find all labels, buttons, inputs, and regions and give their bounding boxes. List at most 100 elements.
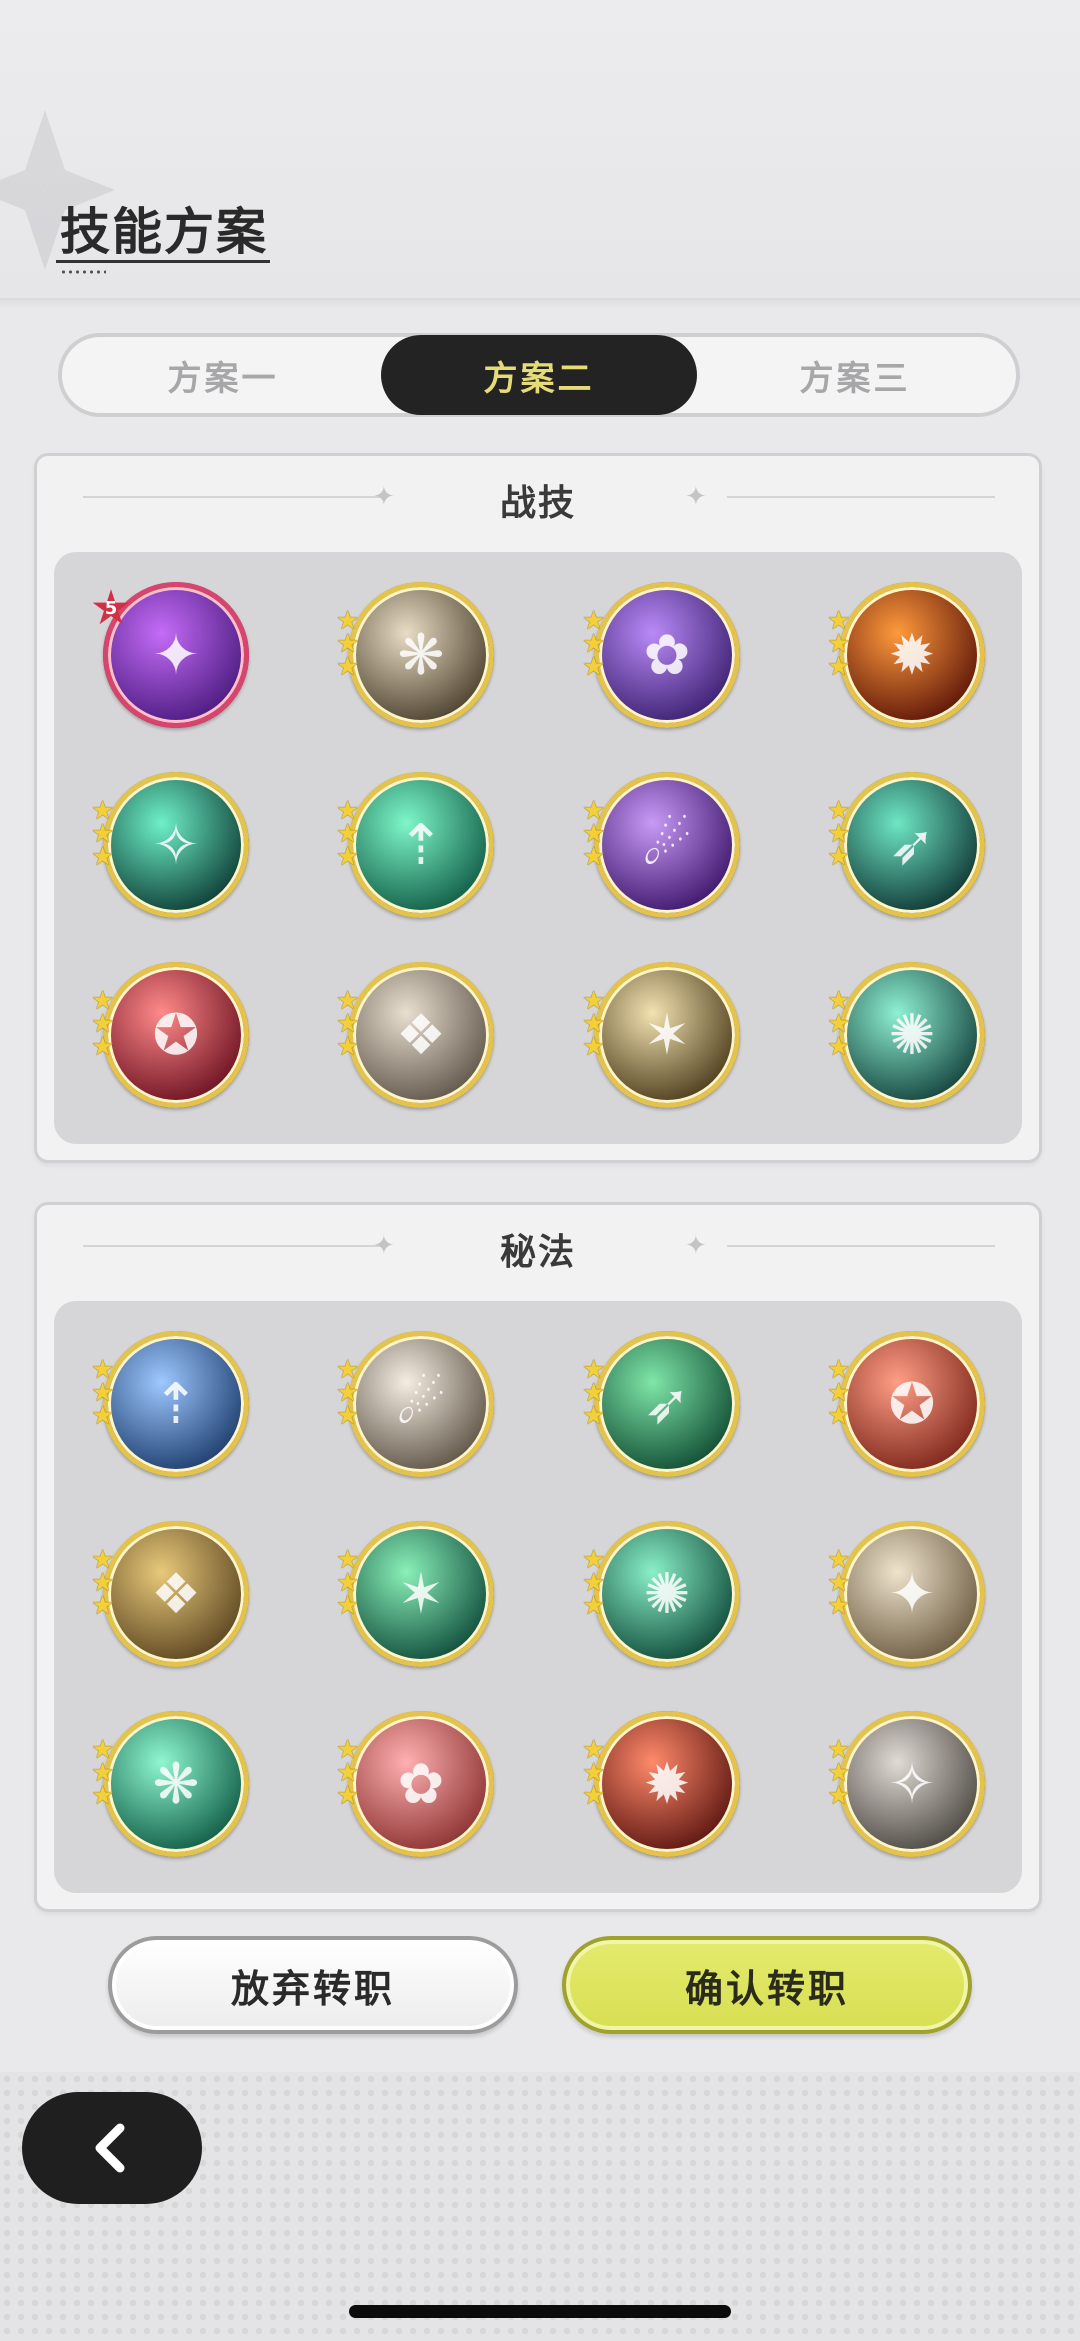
star-rating: ★ ★ ★ <box>582 608 608 682</box>
skill-ring <box>103 1521 249 1667</box>
star-rating: ★ ★ ★ <box>827 798 853 872</box>
star-rating: ★ ★ ★ <box>336 1357 362 1429</box>
level-number: 5 <box>104 597 118 619</box>
skill-slot[interactable]: ❖ ★ ★ ★ <box>336 962 494 1108</box>
star-rating: ★ ★ ★ <box>827 1357 853 1429</box>
star-rating: ★ ★ ★ <box>91 1737 117 1811</box>
home-indicator <box>349 2305 731 2318</box>
skill-slot[interactable]: ➶ ★ ★ ★ <box>827 772 985 918</box>
page-title: 技能方案 <box>60 203 268 261</box>
header-divider <box>0 298 1080 310</box>
chevron-left-icon <box>95 2123 125 2173</box>
star-icon: ★ <box>827 1591 851 1621</box>
skill-ring <box>348 582 494 728</box>
star-rating: ★ ★ ★ <box>582 1547 608 1619</box>
skill-ring <box>348 772 494 918</box>
skill-slot[interactable]: ✹ ★ ★ ★ <box>582 1711 740 1857</box>
title-dots <box>60 270 106 274</box>
combat-skills-grid: ✦ ★ 5 ❋ ★ ★ ★ ✿ ★ ★ ★ ✹ ★ ★ ★ ✧ ★ ★ ★ ⇡ ★ ★ ★ ☄ ★ ★ ★ ➶ ★ ★ ★ ✪ ★ ★ ★ ❖ ★ ★ ★ ✶… <box>54 552 1022 1144</box>
skill-ring <box>594 1711 740 1857</box>
secret-arts-title: 秘法 <box>499 1232 576 1273</box>
star-icon: ★ <box>582 1401 606 1431</box>
skill-slot[interactable]: ❋ ★ ★ ★ <box>91 1711 249 1857</box>
star-icon: ★ <box>91 1401 115 1431</box>
divider <box>727 496 995 498</box>
star-icon: ★ <box>582 652 606 682</box>
skill-ring <box>594 1521 740 1667</box>
skill-slot[interactable]: ✺ ★ ★ ★ <box>827 962 985 1108</box>
skill-slot[interactable]: ⇡ ★ ★ ★ <box>336 772 494 918</box>
skill-slot[interactable]: ✶ ★ ★ ★ <box>582 962 740 1108</box>
skill-slot[interactable]: ❖ ★ ★ ★ <box>91 1521 249 1667</box>
skill-slot[interactable]: ✪ ★ ★ ★ <box>91 962 249 1108</box>
skill-ring <box>103 1331 249 1477</box>
star-icon: ★ <box>582 1032 606 1062</box>
star-rating: ★ ★ ★ <box>336 798 362 872</box>
skill-slot[interactable]: ☄ ★ ★ ★ <box>582 772 740 918</box>
skill-slot[interactable]: ✧ ★ ★ ★ <box>827 1711 985 1857</box>
star-icon: ★ <box>827 1032 851 1062</box>
skill-slot[interactable]: ✿ ★ ★ ★ <box>582 582 740 728</box>
star-icon: ★ <box>827 1781 851 1811</box>
star-rating: ★ ★ ★ <box>582 988 608 1062</box>
star-icon: ★ <box>582 842 606 872</box>
star-icon: ★ <box>827 652 851 682</box>
star-rating: ★ ★ ★ <box>827 1737 853 1811</box>
star-icon: ★ <box>336 652 360 682</box>
combat-skills-panel: ✦ 战技 ✦ ✦ ★ 5 ❋ ★ ★ ★ ✿ ★ ★ ★ ✹ ★ ★ ★ ✧ ★ ★ ★ ⇡ ★ ★ ★ ☄ ★ ★ ★ ➶ ★ ★ ★ ✪ ★… <box>34 453 1042 1163</box>
abandon-class-change-button[interactable]: 放弃转职 <box>108 1936 518 2034</box>
star-icon: ★ <box>827 842 851 872</box>
skill-ring <box>839 772 985 918</box>
star-rating: ★ ★ ★ <box>91 1547 117 1621</box>
star-rating: ★ ★ ★ <box>582 1737 608 1809</box>
skill-ring <box>348 1521 494 1667</box>
star-rating: ★ ★ ★ <box>336 988 362 1062</box>
skill-ring <box>839 1331 985 1477</box>
star-rating: ★ ★ ★ <box>91 798 117 870</box>
star-icon: ★ <box>91 1591 115 1621</box>
skill-slot[interactable]: ✿ ★ ★ ★ <box>336 1711 494 1857</box>
star-icon: ★ <box>336 1781 360 1811</box>
sparkle-icon: ✦ <box>685 1231 707 1261</box>
skill-slot[interactable]: ✪ ★ ★ ★ <box>827 1331 985 1477</box>
skill-slot[interactable]: ✦ ★ 5 <box>89 582 249 728</box>
skill-ring <box>103 1711 249 1857</box>
secret-arts-panel: ✦ 秘法 ✦ ⇡ ★ ★ ★ ☄ ★ ★ ★ ➶ ★ ★ ★ ✪ ★ ★ ★ ❖ ★ ★ ★ ✶ ★ ★ ★ ✺ ★ ★ ★ ✦ ★ ★ ★ ❋… <box>34 1202 1042 1912</box>
skill-slot[interactable]: ✺ ★ ★ ★ <box>582 1521 740 1667</box>
divider <box>727 1245 995 1247</box>
sparkle-icon: ✦ <box>685 482 707 512</box>
star-icon: ★ <box>91 1781 115 1811</box>
skill-slot[interactable]: ⇡ ★ ★ ★ <box>91 1331 249 1477</box>
skill-ring <box>839 962 985 1108</box>
tab-plan-2[interactable]: 方案二 <box>381 335 697 415</box>
star-rating: ★ ★ ★ <box>336 608 362 682</box>
tab-plan-3[interactable]: 方案三 <box>697 335 1013 415</box>
tab-plan-1[interactable]: 方案一 <box>65 335 381 415</box>
title-underline <box>56 260 270 263</box>
panel-title-row: ✦ 秘法 ✦ <box>37 1205 1039 1289</box>
skill-slot[interactable]: ✶ ★ ★ ★ <box>336 1521 494 1667</box>
star-rating: ★ ★ ★ <box>582 1357 608 1431</box>
skill-ring <box>839 582 985 728</box>
skill-slot[interactable]: ✹ ★ ★ ★ <box>827 582 985 728</box>
skill-slot[interactable]: ✦ ★ ★ ★ <box>827 1521 985 1667</box>
back-button[interactable] <box>22 2092 202 2204</box>
skill-ring <box>103 962 249 1108</box>
skill-ring <box>594 582 740 728</box>
star-icon: ★ <box>336 842 360 872</box>
star-icon: ★ <box>336 1591 360 1621</box>
confirm-class-change-button[interactable]: 确认转职 <box>562 1936 972 2034</box>
star-rating: ★ ★ ★ <box>91 1357 117 1431</box>
secret-arts-grid: ⇡ ★ ★ ★ ☄ ★ ★ ★ ➶ ★ ★ ★ ✪ ★ ★ ★ ❖ ★ ★ ★ ✶ ★ ★ ★ ✺ ★ ★ ★ ✦ ★ ★ ★ ❋ ★ ★ ★ ✿ ★ ★ ★… <box>54 1301 1022 1893</box>
star-rating: ★ ★ ★ <box>827 1547 853 1621</box>
skill-slot[interactable]: ➶ ★ ★ ★ <box>582 1331 740 1477</box>
star-rating: ★ ★ ★ <box>336 1737 362 1811</box>
skill-ring <box>839 1711 985 1857</box>
skill-ring <box>594 772 740 918</box>
panel-title-row: ✦ 战技 ✦ <box>37 456 1039 540</box>
skill-slot[interactable]: ☄ ★ ★ ★ <box>336 1331 494 1477</box>
star-icon: ★ <box>336 1032 360 1062</box>
skill-slot[interactable]: ❋ ★ ★ ★ <box>336 582 494 728</box>
skill-slot[interactable]: ✧ ★ ★ ★ <box>91 772 249 918</box>
skill-ring <box>594 962 740 1108</box>
